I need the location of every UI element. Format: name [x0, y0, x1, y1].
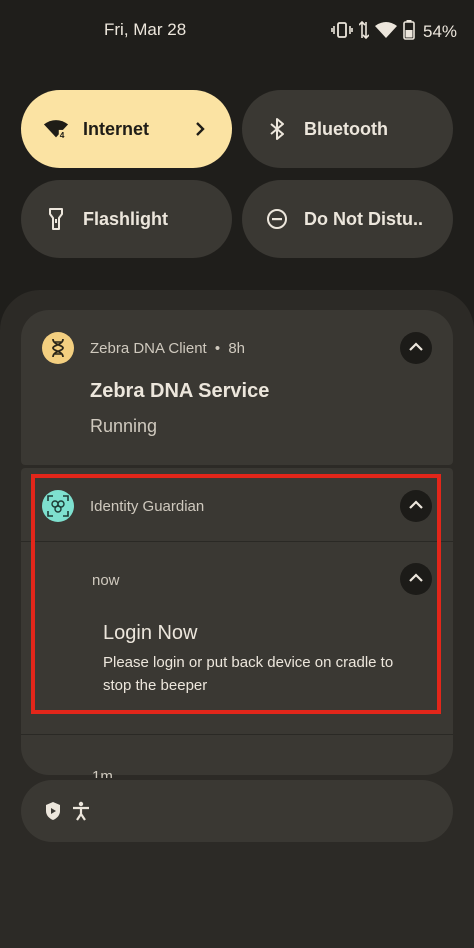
- bluetooth-icon: [264, 116, 290, 142]
- chevron-right-icon[interactable]: [188, 117, 212, 141]
- svg-text:4: 4: [389, 31, 394, 39]
- tile-label: Internet: [83, 118, 150, 139]
- do-not-disturb-icon: [264, 206, 290, 232]
- vibrate-icon: [331, 20, 353, 45]
- notification-time: 8h: [228, 340, 246, 357]
- tile-internet[interactable]: 4 Internet: [21, 90, 232, 168]
- status-icons: 4 54%: [331, 19, 458, 45]
- wifi-4-icon: 4: [375, 21, 397, 44]
- divider: [21, 734, 453, 735]
- svg-text:4: 4: [60, 130, 65, 140]
- notification-title: Zebra DNA Service: [90, 380, 270, 402]
- tile-label: Flashlight: [83, 208, 168, 229]
- collapse-button[interactable]: [400, 332, 432, 364]
- tile-bluetooth[interactable]: Bluetooth: [242, 90, 453, 168]
- dna-icon: [42, 332, 74, 364]
- security-shield-icon[interactable]: [44, 801, 62, 826]
- notification-text: Running: [90, 416, 158, 436]
- app-name: Zebra DNA Client: [90, 340, 207, 357]
- battery-icon: [403, 19, 415, 45]
- data-arrows-icon: [358, 20, 370, 45]
- tile-do-not-disturb[interactable]: Do Not Distu..: [242, 180, 453, 258]
- notification-time-peek: 1m: [92, 768, 113, 778]
- chevron-up-icon: [408, 339, 424, 357]
- wifi-icon: 4: [43, 116, 69, 142]
- accessibility-icon[interactable]: [72, 801, 90, 826]
- separator-dot: •: [214, 340, 221, 357]
- status-date: Fri, Mar 28: [104, 20, 187, 39]
- tile-label: Do Not Distu..: [304, 208, 423, 229]
- tile-flashlight[interactable]: Flashlight: [21, 180, 232, 258]
- tile-label: Bluetooth: [304, 118, 388, 139]
- flashlight-icon: [43, 206, 69, 232]
- battery-percent: 54%: [423, 22, 458, 41]
- notification-header: Zebra DNA Client • 8h: [90, 340, 245, 357]
- highlight-box: [31, 474, 441, 714]
